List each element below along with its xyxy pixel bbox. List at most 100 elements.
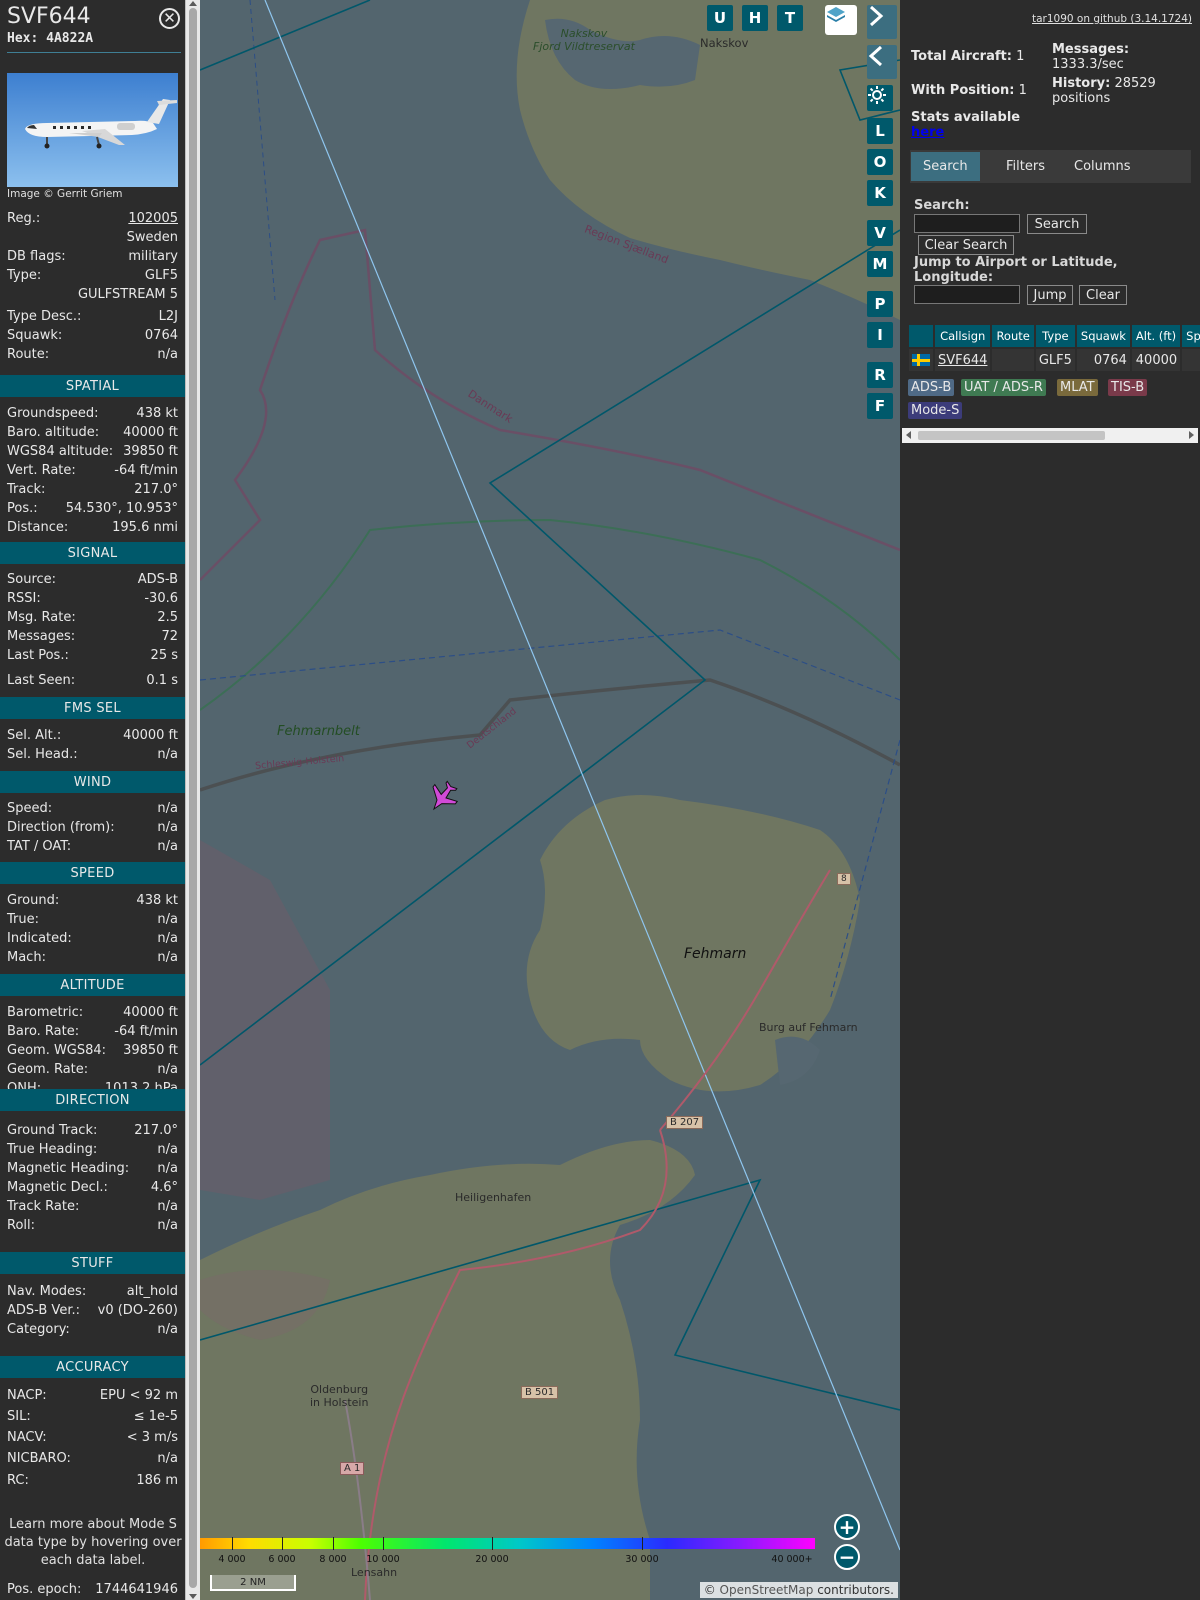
scroll-down-icon[interactable] bbox=[189, 1594, 197, 1599]
detail-label[interactable]: Baro. altitude: bbox=[7, 425, 99, 440]
detail-label[interactable]: RC: bbox=[7, 1473, 29, 1488]
table-scrollbar[interactable] bbox=[902, 428, 1198, 443]
settings-gear-icon[interactable] bbox=[867, 85, 893, 111]
aircraft-photo[interactable] bbox=[7, 73, 178, 187]
search-input[interactable] bbox=[914, 214, 1020, 233]
detail-label[interactable]: Distance: bbox=[7, 520, 68, 535]
detail-label[interactable]: True Heading: bbox=[7, 1142, 97, 1157]
map-button-r[interactable]: R bbox=[867, 362, 893, 388]
tab-columns[interactable]: Columns bbox=[1062, 152, 1143, 181]
map-button-i[interactable]: I bbox=[867, 322, 893, 348]
column-header-squawk[interactable]: Squawk bbox=[1076, 325, 1130, 347]
scale-bar: 2 NM bbox=[210, 1575, 296, 1591]
detail-label[interactable]: NACV: bbox=[7, 1430, 47, 1445]
detail-label[interactable]: Messages: bbox=[7, 629, 75, 644]
column-header-route[interactable]: Route bbox=[992, 325, 1034, 347]
osm-link[interactable]: OpenStreetMap bbox=[720, 1583, 814, 1597]
map[interactable]: Nakskov Nakskov Fjord Vildtreservat Regi… bbox=[200, 0, 900, 1600]
tab-filters[interactable]: Filters bbox=[994, 152, 1057, 181]
map-button-v[interactable]: V bbox=[867, 220, 893, 246]
zoom-out-button[interactable]: − bbox=[834, 1544, 860, 1570]
callsign-cell[interactable]: SVF644 bbox=[935, 349, 991, 371]
map-button-k[interactable]: K bbox=[867, 180, 893, 206]
detail-label[interactable]: Roll: bbox=[7, 1218, 35, 1233]
altitude-tick-label: 8 000 bbox=[319, 1554, 347, 1565]
detail-label[interactable]: Track: bbox=[7, 482, 45, 497]
map-button-h[interactable]: H bbox=[742, 5, 768, 31]
detail-label[interactable]: TAT / OAT: bbox=[7, 839, 71, 854]
detail-label[interactable]: Indicated: bbox=[7, 931, 72, 946]
column-header-type[interactable]: Type bbox=[1035, 325, 1075, 347]
detail-label[interactable]: NICBARO: bbox=[7, 1451, 71, 1466]
detail-label[interactable]: Sel. Head.: bbox=[7, 747, 78, 762]
detail-label[interactable]: Magnetic Decl.: bbox=[7, 1180, 108, 1195]
expand-right-icon[interactable] bbox=[867, 5, 897, 39]
zoom-in-button[interactable]: + bbox=[834, 1514, 860, 1540]
detail-label[interactable]: Source: bbox=[7, 572, 56, 587]
detail-label[interactable]: Barometric: bbox=[7, 1005, 83, 1020]
detail-label[interactable]: Ground: bbox=[7, 893, 59, 908]
detail-label[interactable]: Geom. Rate: bbox=[7, 1062, 88, 1077]
table-row[interactable]: SVF644 GLF5 0764 40000 4 bbox=[909, 349, 1200, 371]
detail-label[interactable]: Nav. Modes: bbox=[7, 1284, 86, 1299]
detail-label[interactable]: Groundspeed: bbox=[7, 406, 98, 421]
detail-label[interactable]: Mach: bbox=[7, 950, 46, 965]
tab-search[interactable]: Search bbox=[911, 152, 980, 181]
scroll-right-icon[interactable] bbox=[1189, 431, 1194, 439]
column-header-spd[interactable]: Spd. bbox=[1182, 325, 1200, 347]
info-value: n/a bbox=[157, 347, 178, 362]
detail-label[interactable]: ADS-B Ver.: bbox=[7, 1303, 80, 1318]
scroll-up-icon[interactable] bbox=[189, 1, 197, 6]
column-header-flag[interactable] bbox=[909, 325, 933, 347]
github-link[interactable]: tar1090 on github (3.14.1724) bbox=[1032, 13, 1192, 25]
map-button-o[interactable]: O bbox=[867, 149, 893, 175]
detail-label[interactable]: Pos.: bbox=[7, 501, 38, 516]
detail-label[interactable]: NACP: bbox=[7, 1388, 47, 1403]
detail-label[interactable]: Last Pos.: bbox=[7, 648, 69, 663]
detail-label[interactable]: Category: bbox=[7, 1322, 70, 1337]
detail-label[interactable]: Magnetic Heading: bbox=[7, 1161, 129, 1176]
detail-label[interactable]: Speed: bbox=[7, 801, 52, 816]
close-icon[interactable]: ✕ bbox=[159, 8, 180, 29]
detail-label[interactable]: RSSI: bbox=[7, 591, 41, 606]
detail-label[interactable]: Geom. WGS84: bbox=[7, 1043, 106, 1058]
map-button-t[interactable]: T bbox=[777, 5, 803, 31]
map-button-l[interactable]: L bbox=[867, 118, 893, 144]
info-value[interactable]: 102005 bbox=[128, 211, 178, 226]
detail-row-magnetic-decl: Magnetic Decl.: 4.6° bbox=[7, 1178, 178, 1197]
clear-button[interactable]: Clear bbox=[1079, 285, 1127, 305]
column-header-callsign[interactable]: Callsign bbox=[935, 325, 991, 347]
collapse-left-icon[interactable] bbox=[867, 45, 897, 79]
jump-button[interactable]: Jump bbox=[1027, 285, 1073, 305]
info-row-type-desc: Type Desc.: L2J bbox=[7, 307, 178, 326]
map-button-f[interactable]: F bbox=[867, 393, 893, 419]
detail-label[interactable]: Ground Track: bbox=[7, 1123, 97, 1138]
jump-input[interactable] bbox=[914, 285, 1020, 304]
detail-label[interactable]: Vert. Rate: bbox=[7, 463, 76, 478]
stats-link[interactable]: here bbox=[911, 125, 944, 140]
road-label-b207: B 207 bbox=[666, 1116, 704, 1129]
map-button-p[interactable]: P bbox=[867, 291, 893, 317]
detail-label[interactable]: Msg. Rate: bbox=[7, 610, 76, 625]
scrollbar-thumb[interactable] bbox=[918, 431, 1105, 440]
detail-label[interactable]: Last Seen: bbox=[7, 673, 75, 688]
detail-label[interactable]: Baro. Rate: bbox=[7, 1024, 79, 1039]
search-button[interactable]: Search bbox=[1027, 214, 1087, 234]
layers-icon[interactable] bbox=[825, 5, 857, 35]
map-button-u[interactable]: U bbox=[707, 5, 733, 31]
detail-label[interactable]: Direction (from): bbox=[7, 820, 115, 835]
detail-label[interactable]: Track Rate: bbox=[7, 1199, 79, 1214]
detail-label[interactable]: True: bbox=[7, 912, 39, 927]
detail-row-wgs84-altitude: WGS84 altitude: 39850 ft bbox=[7, 442, 178, 461]
detail-value: 2.5 bbox=[157, 610, 178, 625]
detail-label[interactable]: SIL: bbox=[7, 1409, 31, 1424]
map-button-m[interactable]: M bbox=[867, 251, 893, 277]
info-panel-scrollbar[interactable] bbox=[185, 0, 200, 1600]
column-header-alt-ft[interactable]: Alt. (ft) bbox=[1131, 325, 1181, 347]
route-cell bbox=[992, 349, 1034, 371]
detail-label[interactable]: WGS84 altitude: bbox=[7, 444, 113, 459]
detail-label[interactable]: Sel. Alt.: bbox=[7, 728, 61, 743]
scrollbar-thumb[interactable] bbox=[189, 8, 197, 1588]
clear-search-button[interactable]: Clear Search bbox=[918, 235, 1014, 255]
scroll-left-icon[interactable] bbox=[906, 431, 911, 439]
